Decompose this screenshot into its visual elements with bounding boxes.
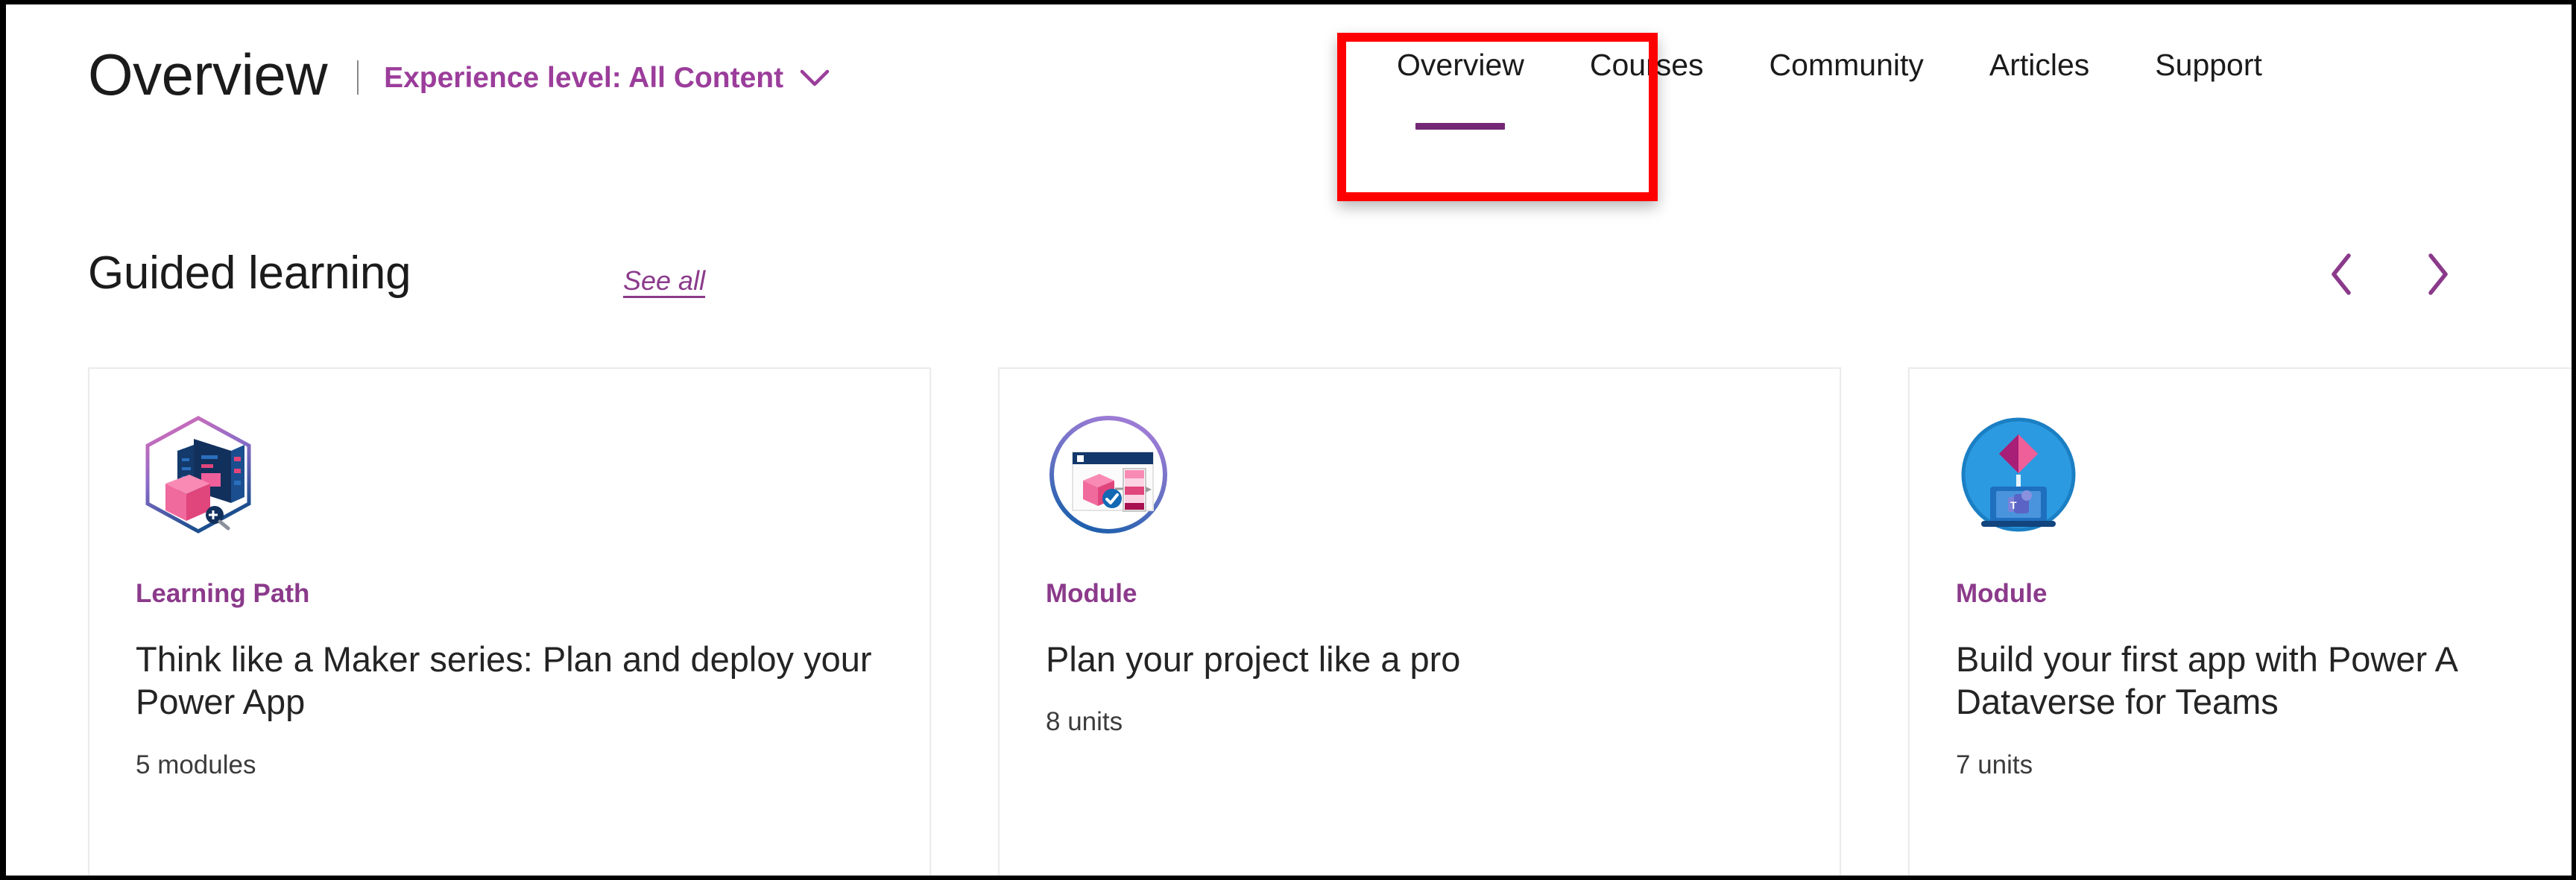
- card-title: Plan your project like a pro: [1046, 638, 1793, 680]
- header-divider: [357, 60, 359, 95]
- card-type-label: Learning Path: [136, 579, 310, 608]
- tab-overview-label: Overview: [1397, 48, 1524, 82]
- card-learning-path[interactable]: Learning Path Think like a Maker series:…: [88, 367, 931, 876]
- experience-level-label: Experience level: All Content: [384, 62, 784, 94]
- carousel-controls: [2320, 252, 2460, 298]
- tab-courses-label: Courses: [1589, 48, 1704, 82]
- section-title: Guided learning: [88, 247, 411, 299]
- experience-level-dropdown[interactable]: Experience level: All Content: [384, 62, 830, 95]
- tab-support[interactable]: Support: [2122, 48, 2295, 158]
- card-module-plan-project[interactable]: Module Plan your project like a pro 8 un…: [998, 367, 1841, 876]
- tab-overview[interactable]: Overview: [1364, 48, 1557, 158]
- title-group: Overview Experience level: All Content: [88, 45, 830, 104]
- card-meta: 5 modules: [136, 750, 256, 779]
- see-all-link[interactable]: See all: [623, 265, 705, 297]
- carousel-next-button[interactable]: [2414, 252, 2460, 298]
- tab-courses[interactable]: Courses: [1557, 48, 1737, 158]
- card-type-label: Module: [1956, 579, 2048, 608]
- card-title-line1: Build your first app with Power A: [1956, 639, 2458, 679]
- learning-path-hexagon-icon: [136, 412, 261, 537]
- tab-active-underline: [1415, 123, 1506, 130]
- card-title: Think like a Maker series: Plan and depl…: [136, 638, 883, 724]
- page-title: Overview: [88, 42, 328, 107]
- tab-support-label: Support: [2155, 48, 2262, 82]
- guided-learning-section-header: Guided learning See all: [88, 249, 2488, 331]
- learning-overview-page: Overview Experience level: All Content O…: [6, 4, 2572, 876]
- chevron-left-icon: [2326, 251, 2359, 300]
- module-circle-teams-icon: T: [1956, 412, 2081, 537]
- tab-community[interactable]: Community: [1737, 48, 1957, 158]
- chevron-down-icon: [800, 69, 830, 88]
- card-title-line2: Dataverse for Teams: [1956, 682, 2279, 722]
- carousel-prev-button[interactable]: [2320, 252, 2366, 298]
- card-title-line1: Plan your project like a pro: [1046, 639, 1461, 679]
- page-header: Overview Experience level: All Content O…: [6, 4, 2572, 201]
- chevron-right-icon: [2420, 251, 2453, 300]
- card-type-label: Module: [1046, 579, 1137, 608]
- guided-learning-card-list: Learning Path Think like a Maker series:…: [88, 367, 2572, 876]
- primary-nav: Overview Courses Community Articles Supp…: [1364, 48, 2295, 158]
- svg-text:T: T: [2010, 499, 2017, 511]
- card-meta: 7 units: [1956, 750, 2033, 779]
- card-title-line1: Think like a Maker series: Plan and depl…: [136, 639, 794, 679]
- tab-articles[interactable]: Articles: [1957, 48, 2122, 158]
- card-meta: 8 units: [1046, 707, 1123, 737]
- tab-community-label: Community: [1769, 48, 1924, 82]
- card-module-power-apps-teams[interactable]: T Module Build your first app with Power…: [1908, 367, 2572, 876]
- module-circle-dataverse-icon: [1046, 412, 1171, 537]
- tab-articles-label: Articles: [1989, 48, 2090, 82]
- card-title: Build your first app with Power A Dataver…: [1956, 638, 2572, 724]
- screenshot-frame: Overview Experience level: All Content O…: [0, 0, 2576, 880]
